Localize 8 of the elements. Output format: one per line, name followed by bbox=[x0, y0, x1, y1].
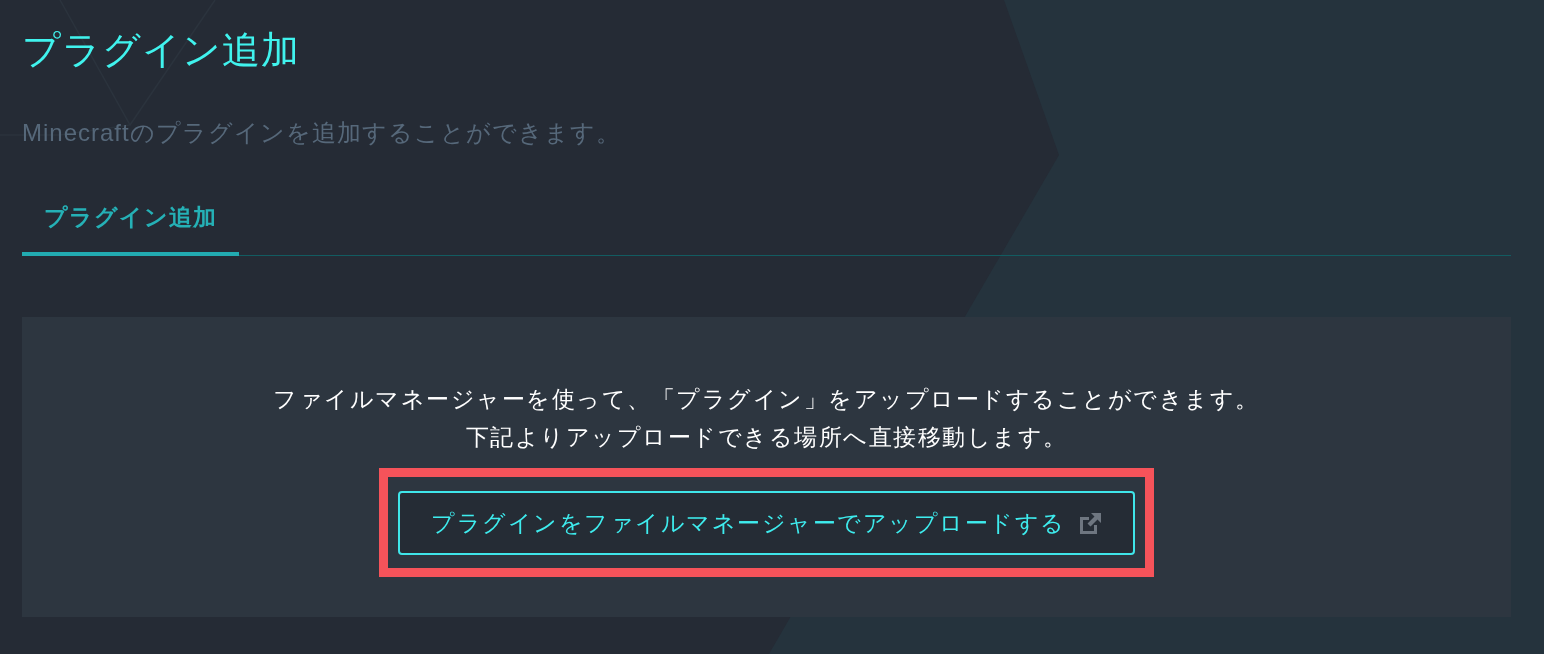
instruction-text: ファイルマネージャーを使って、「プラグイン」をアップロードすることができます。 bbox=[273, 385, 1260, 414]
upload-button-label: プラグインをファイルマネージャーでアップロードする bbox=[431, 508, 1066, 538]
page-description: Minecraftのプラグインを追加することができます。 bbox=[22, 118, 622, 148]
external-link-icon bbox=[1077, 510, 1103, 536]
instruction-text: 下記よりアップロードできる場所へ直接移動します。 bbox=[465, 423, 1068, 452]
page-title: プラグイン追加 bbox=[22, 28, 301, 73]
tab[interactable]: プラグイン追加 bbox=[22, 202, 239, 256]
upload-button[interactable]: プラグインをファイルマネージャーでアップロードする bbox=[398, 491, 1135, 555]
